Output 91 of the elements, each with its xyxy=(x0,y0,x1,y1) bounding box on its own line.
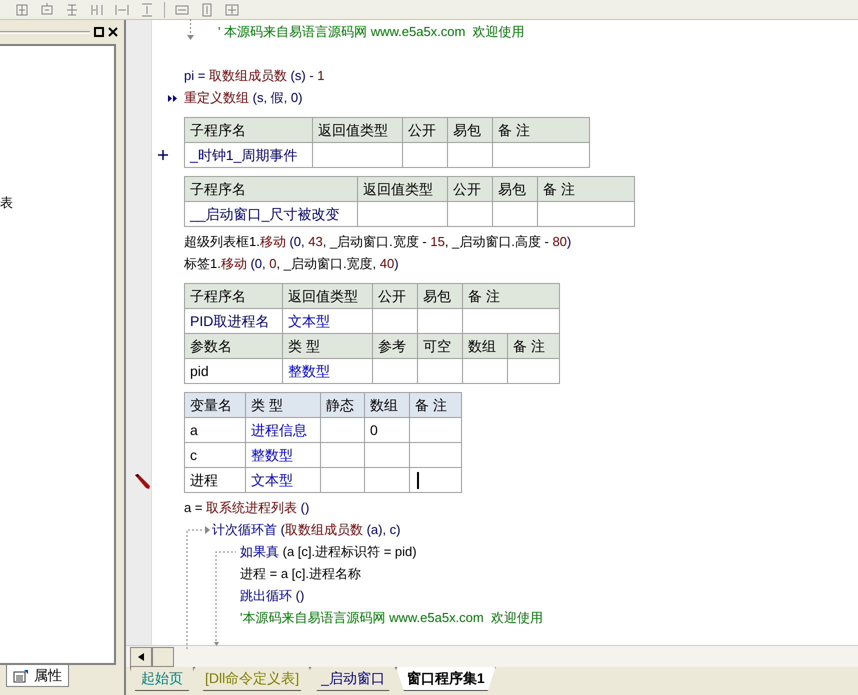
table-cell[interactable] xyxy=(463,359,508,384)
left-arrow-icon xyxy=(138,652,144,660)
maximize-icon[interactable] xyxy=(94,27,104,37)
table-header-cell: 公开 xyxy=(448,177,493,202)
table-cell[interactable] xyxy=(410,443,462,468)
table-cell[interactable] xyxy=(410,418,462,443)
table-cell[interactable]: a xyxy=(185,418,246,443)
table-cell[interactable] xyxy=(493,143,590,168)
table-cell[interactable]: 整数型 xyxy=(283,359,373,384)
table-header-cell: 参考 xyxy=(373,334,418,359)
table-cell[interactable] xyxy=(493,202,538,227)
table-cell[interactable]: PID取进程名 xyxy=(185,309,283,334)
code-line: a = 取系统进程列表 () xyxy=(184,499,310,517)
table-header-cell: 返回值类型 xyxy=(283,284,373,309)
expand-icon[interactable] xyxy=(157,149,169,161)
code-line: 如果真 (a [c].进程标识符 = pid) xyxy=(240,543,417,561)
scroll-left-button[interactable] xyxy=(130,646,152,666)
code-line: 超级列表框1.移动 (0, 43, _启动窗口.宽度 - 15, _启动窗口.高度 - 80) xyxy=(184,233,572,251)
table-header-cell: 子程序名 xyxy=(185,118,313,143)
table-cell[interactable] xyxy=(418,359,463,384)
table-header-cell: 数组 xyxy=(365,393,410,418)
table-header-cell: 备 注 xyxy=(493,118,590,143)
table-cell[interactable] xyxy=(418,309,463,334)
table-header-cell: 备 注 xyxy=(538,177,635,202)
table-cell[interactable]: 整数型 xyxy=(246,443,321,468)
table-header-cell: 备 注 xyxy=(463,284,560,309)
panel-tab[interactable]: 属性 xyxy=(6,665,69,687)
code-line: 跳出循环 () xyxy=(240,587,304,605)
code-line: pi = 取数组成员数 (s) - 1 xyxy=(184,67,324,85)
table-cell[interactable]: 文本型 xyxy=(283,309,373,334)
table-header-cell: 类 型 xyxy=(283,334,373,359)
table-cell[interactable]: 0 xyxy=(365,418,410,443)
layout-tool-icon[interactable] xyxy=(14,2,30,18)
table-cell[interactable] xyxy=(373,309,418,334)
table-header-cell: 数组 xyxy=(463,334,508,359)
table-cell[interactable] xyxy=(365,443,410,468)
table-header-cell: 静态 xyxy=(321,393,365,418)
table-cell[interactable]: 文本型 xyxy=(246,468,321,493)
horizontal-scrollbar[interactable] xyxy=(126,645,858,667)
table-header-cell: 易包 xyxy=(448,118,493,143)
table-header-cell: 可空 xyxy=(418,334,463,359)
editor-tab[interactable]: 起始页 xyxy=(130,667,194,691)
table-header-cell: 变量名 xyxy=(185,393,246,418)
code-line: 标签1.移动 (0, 0, _启动窗口.宽度, 40) xyxy=(184,255,399,273)
table-header-cell: 参数名 xyxy=(185,334,283,359)
code-line: 重定义数组 (s, 假, 0) xyxy=(184,89,302,107)
table-header-cell: 返回值类型 xyxy=(358,177,448,202)
table-cell[interactable] xyxy=(358,202,448,227)
table-cell[interactable]: pid xyxy=(185,359,283,384)
table-cell[interactable] xyxy=(403,143,448,168)
table-cell[interactable] xyxy=(313,143,403,168)
table-header-cell: 返回值类型 xyxy=(313,118,403,143)
table-cell[interactable] xyxy=(410,468,462,493)
table-cell[interactable] xyxy=(448,143,493,168)
table-cell[interactable] xyxy=(508,359,560,384)
table-header-cell: 类 型 xyxy=(246,393,321,418)
scroll-thumb[interactable] xyxy=(152,646,174,666)
code-line: ' 本源码来自易语言源码网 www.e5a5x.com 欢迎使用 xyxy=(218,23,525,41)
code-line: 进程 = a [c].进程名称 xyxy=(240,565,361,583)
table-cell[interactable]: 进程信息 xyxy=(246,418,321,443)
table-cell[interactable]: c xyxy=(185,443,246,468)
table-header-cell: 子程序名 xyxy=(185,284,283,309)
table-cell[interactable] xyxy=(463,309,560,334)
table-header-cell: 备 注 xyxy=(508,334,560,359)
table-cell[interactable]: __启动窗口_尺寸被改变 xyxy=(185,202,358,227)
close-icon[interactable] xyxy=(108,27,118,37)
table-cell[interactable] xyxy=(538,202,635,227)
table-cell[interactable] xyxy=(321,468,365,493)
table-cell[interactable] xyxy=(321,443,365,468)
table-cell[interactable] xyxy=(448,202,493,227)
code-line: '本源码来自易语言源码网 www.e5a5x.com 欢迎使用 xyxy=(240,609,543,627)
table-header-cell: 公开 xyxy=(403,118,448,143)
table-cell[interactable] xyxy=(373,359,418,384)
panel-text: 表 xyxy=(0,196,14,209)
table-header-cell: 公开 xyxy=(373,284,418,309)
table-cell[interactable] xyxy=(365,468,410,493)
table-header-cell: 子程序名 xyxy=(185,177,358,202)
table-header-cell: 易包 xyxy=(418,284,463,309)
properties-icon xyxy=(13,668,29,682)
layout-tool-icon[interactable] xyxy=(39,2,55,18)
code-line: 计次循环首 (取数组成员数 (a), c) xyxy=(212,521,401,539)
table-cell[interactable] xyxy=(321,418,365,443)
table-cell[interactable]: _时钟1_周期事件 xyxy=(185,143,313,168)
editor-tab[interactable]: 窗口程序集1 xyxy=(396,667,496,691)
layout-tool-icon[interactable] xyxy=(139,2,155,18)
editor-tab[interactable]: _启动窗口 xyxy=(310,667,396,691)
layout-tool-icon[interactable] xyxy=(64,2,80,18)
table-header-cell: 易包 xyxy=(493,177,538,202)
table-cell[interactable]: 进程 xyxy=(185,468,246,493)
table-header-cell: 备 注 xyxy=(410,393,462,418)
layout-tool-icon[interactable] xyxy=(224,2,240,18)
